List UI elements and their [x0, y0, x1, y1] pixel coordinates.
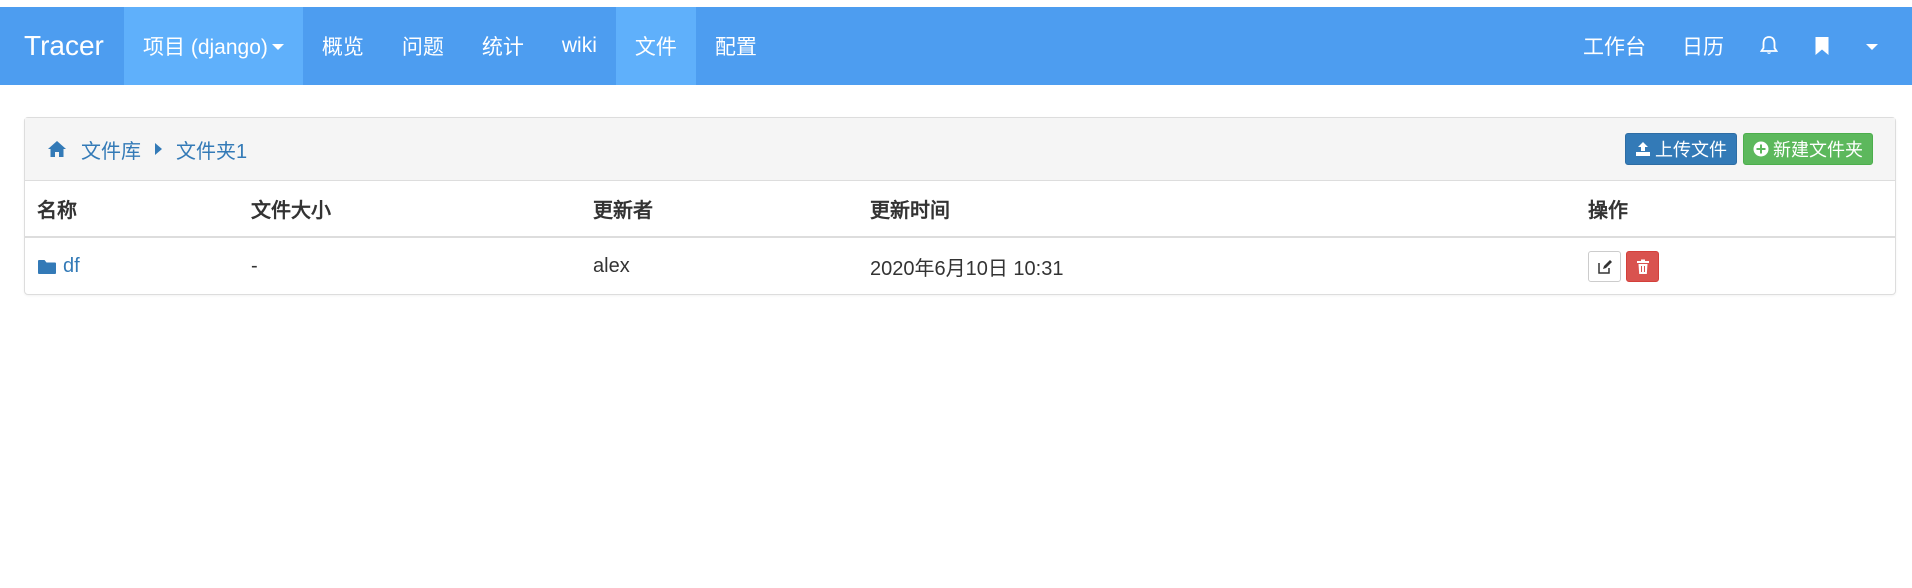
panel-actions: 上传文件 新建文件夹 [1625, 133, 1873, 165]
table-header-row: 名称 文件大小 更新者 更新时间 操作 [25, 181, 1895, 238]
panel-heading: 文件库 文件夹1 上传文件 新建文件夹 [25, 118, 1895, 181]
cell-actions [1576, 237, 1895, 295]
nav-left: 项目 (django) 概览 问题 统计 wiki 文件 配置 [124, 7, 776, 85]
nav-item-project[interactable]: 项目 (django) [124, 7, 303, 85]
nav-item-project-label: 项目 (django) [143, 36, 268, 59]
caret-down-icon [271, 44, 284, 50]
cell-updater: alex [593, 255, 630, 277]
edit-icon [1597, 259, 1612, 274]
home-icon[interactable] [47, 140, 67, 158]
nav-item-statistics[interactable]: 统计 [463, 7, 543, 85]
new-folder-label: 新建文件夹 [1773, 140, 1863, 160]
plus-circle-icon [1753, 141, 1769, 157]
bell-icon [1760, 36, 1778, 54]
caret-down-icon [1866, 44, 1878, 50]
user-menu-dropdown[interactable] [1848, 7, 1896, 85]
cell-size: - [251, 255, 258, 277]
brand-logo[interactable]: Tracer [0, 7, 124, 85]
nav-item-settings[interactable]: 配置 [696, 7, 776, 85]
table-row: df - alex 2020年6月10日 10:31 [25, 237, 1895, 295]
folder-name: df [63, 255, 80, 277]
caret-right-icon [155, 143, 162, 155]
breadcrumb: 文件库 文件夹1 [47, 135, 247, 164]
cell-name: df [25, 237, 239, 295]
trash-icon [1636, 259, 1649, 274]
upload-file-button[interactable]: 上传文件 [1625, 133, 1737, 165]
top-navbar: Tracer 项目 (django) 概览 问题 统计 wiki 文件 配置 工… [0, 7, 1912, 85]
nav-right: 工作台 日历 [1565, 7, 1912, 85]
nav-item-calendar[interactable]: 日历 [1664, 7, 1742, 85]
column-header-actions: 操作 [1576, 181, 1895, 238]
upload-icon [1636, 142, 1650, 156]
new-folder-button[interactable]: 新建文件夹 [1743, 133, 1873, 165]
nav-item-issues[interactable]: 问题 [383, 7, 463, 85]
cell-updated-at: 2020年6月10日 10:31 [870, 258, 1064, 280]
column-header-size: 文件大小 [239, 181, 581, 238]
breadcrumb-item-library[interactable]: 文件库 [81, 135, 141, 164]
folder-icon [38, 259, 56, 274]
notifications-button[interactable] [1742, 7, 1796, 85]
upload-file-label: 上传文件 [1655, 140, 1727, 160]
column-header-updater: 更新者 [581, 181, 858, 238]
folder-link[interactable]: df [37, 255, 227, 278]
bookmarks-button[interactable] [1796, 7, 1848, 85]
file-table: 名称 文件大小 更新者 更新时间 操作 df - alex 2020年6月10日… [25, 181, 1895, 295]
nav-item-workbench[interactable]: 工作台 [1565, 7, 1664, 85]
delete-button[interactable] [1626, 251, 1659, 282]
nav-item-wiki[interactable]: wiki [543, 7, 616, 85]
column-header-name: 名称 [25, 181, 239, 238]
nav-item-files[interactable]: 文件 [615, 7, 696, 85]
file-panel: 文件库 文件夹1 上传文件 新建文件夹 名称 文件大小 更新者 更新时间 操作 … [24, 117, 1896, 295]
column-header-updated-at: 更新时间 [858, 181, 1576, 238]
edit-button[interactable] [1588, 251, 1621, 282]
breadcrumb-item-folder1[interactable]: 文件夹1 [176, 135, 247, 164]
nav-item-overview[interactable]: 概览 [303, 7, 383, 85]
bookmark-icon [1815, 37, 1829, 55]
row-actions [1588, 251, 1883, 282]
